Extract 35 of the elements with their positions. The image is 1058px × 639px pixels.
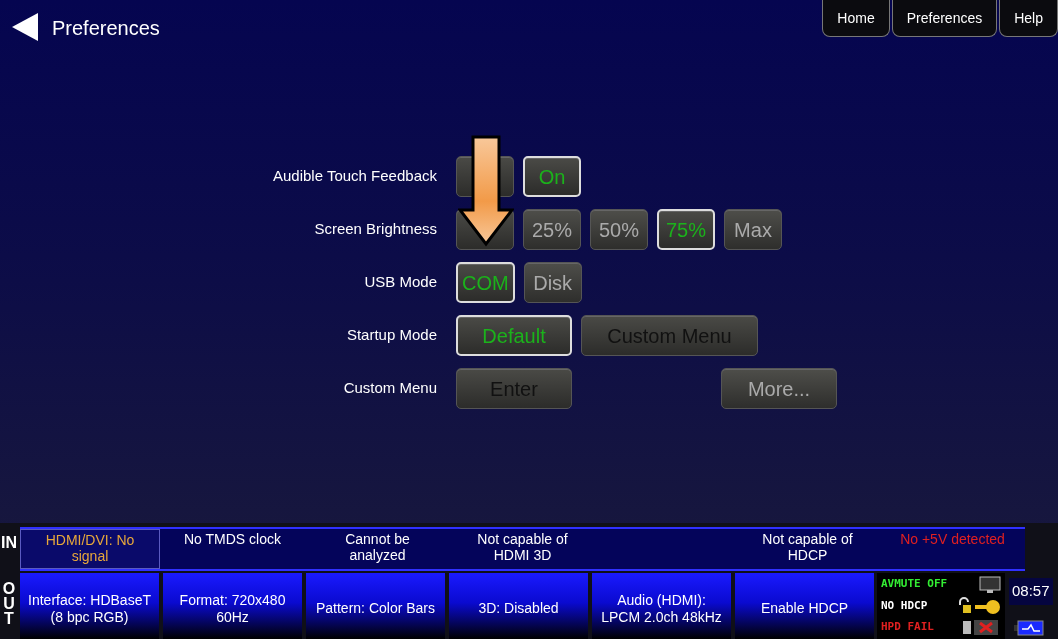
clock-text: 08:57 — [1009, 578, 1053, 605]
status-text: Cannot be analyzed — [345, 531, 410, 564]
option-button[interactable]: COM — [456, 262, 515, 303]
nav-tab[interactable]: Help — [999, 0, 1058, 37]
output-setting-button[interactable]: Enable HDCP — [735, 573, 874, 639]
status-text: HDMI/DVI: No signal — [45, 532, 135, 565]
side-label: IN — [1, 535, 17, 551]
option-button[interactable]: 75% — [657, 209, 715, 250]
output-setting-button[interactable]: Interface: HDBaseT (8 bpc RGB) — [20, 573, 159, 639]
status-text: No TMDS clock — [184, 531, 281, 547]
status-text: Not capable of HDCP — [762, 531, 853, 564]
indicator-text: NO HDCP — [881, 597, 928, 614]
output-setting-button[interactable]: Audio (HDMI): LPCM 2.0ch 48kHz — [592, 573, 731, 639]
indicator-text: AVMUTE OFF — [881, 576, 948, 593]
indicator-text: HPD FAIL — [881, 619, 934, 636]
setting-label: Startup Mode — [345, 325, 437, 346]
setting-label: USB Mode — [363, 272, 437, 293]
nav-tab[interactable]: Home — [822, 0, 890, 37]
option-button[interactable]: Default — [456, 315, 572, 356]
setting-label: Screen Brightness — [313, 219, 437, 240]
side-label: OUT — [1, 581, 17, 627]
page-title: Preferences — [52, 16, 160, 41]
disconnected-cable-icon — [961, 618, 1001, 637]
output-setting-button[interactable]: Format: 720x480 60Hz — [163, 573, 302, 639]
monitor-icon — [979, 575, 1001, 594]
nav-tab[interactable]: Preferences — [891, 0, 998, 37]
status-text: Not capable of HDMI 3D — [477, 531, 568, 564]
option-button[interactable]: On — [523, 156, 581, 197]
output-setting-button[interactable]: 3D: Disabled — [449, 573, 588, 639]
back-icon[interactable] — [10, 12, 40, 42]
setting-label: Custom Menu — [342, 378, 437, 399]
lock-key-icon — [957, 597, 1001, 615]
status-text: No +5V detected — [900, 531, 1005, 547]
setting-label: Audible Touch Feedback — [272, 166, 437, 187]
output-setting-button[interactable]: Pattern: Color Bars — [306, 573, 445, 639]
